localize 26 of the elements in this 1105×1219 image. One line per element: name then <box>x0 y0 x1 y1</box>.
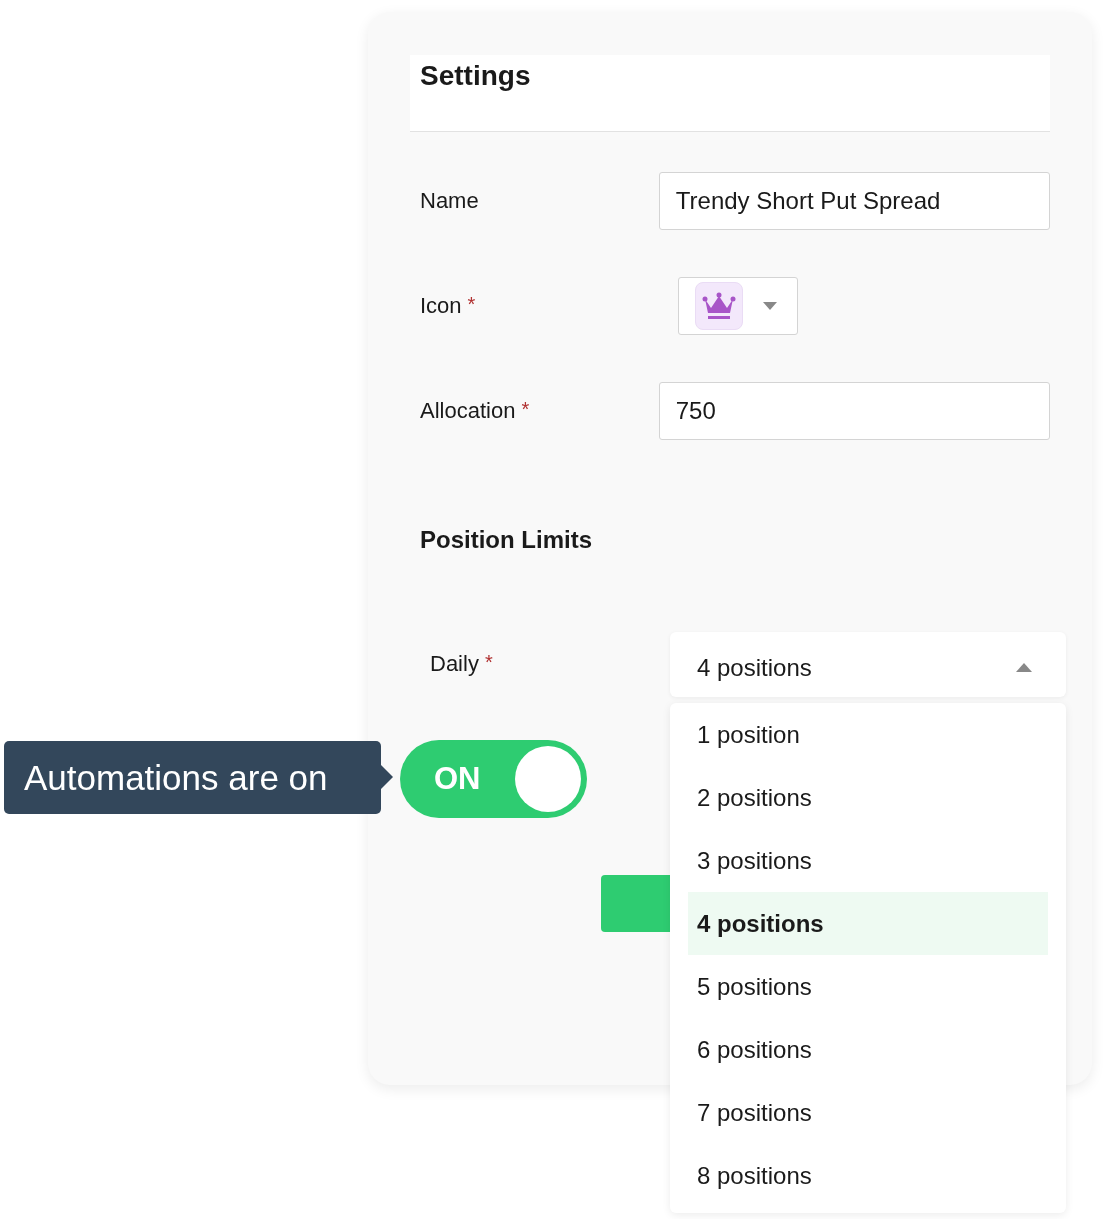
required-asterisk: * <box>484 651 493 674</box>
dropdown-option[interactable]: 3 positions <box>688 829 1048 892</box>
caret-down-icon <box>763 302 777 310</box>
tooltip: Automations are on <box>4 741 381 814</box>
field-label: Daily <box>430 651 479 677</box>
tooltip-pointer <box>381 765 393 789</box>
required-asterisk: * <box>467 293 476 316</box>
field-label: Icon <box>420 293 462 319</box>
dropdown-option[interactable]: 4 positions <box>688 892 1048 955</box>
dropdown-option[interactable]: 2 positions <box>688 766 1048 829</box>
dropdown-option[interactable]: 6 positions <box>688 1018 1048 1081</box>
caret-up-icon <box>1016 663 1032 672</box>
select-field[interactable]: 4 positions <box>670 632 1066 697</box>
dropdown-option[interactable]: 7 positions <box>688 1081 1048 1144</box>
field-label: Name <box>420 188 479 214</box>
text-field[interactable]: 750 <box>658 382 1050 440</box>
dropdown-option[interactable]: 5 positions <box>688 955 1048 1018</box>
crown-icon <box>702 292 736 320</box>
text-field[interactable]: Trendy Short Put Spread <box>658 172 1050 230</box>
dropdown-option[interactable]: 1 position <box>688 703 1048 766</box>
section-title: Position Limits <box>420 526 592 554</box>
field-label: Allocation <box>420 398 516 424</box>
dropdown-option[interactable]: 8 positions <box>688 1144 1048 1207</box>
icon-select[interactable] <box>678 277 798 335</box>
panel-title: Settings <box>420 60 531 92</box>
required-asterisk: * <box>521 398 530 421</box>
